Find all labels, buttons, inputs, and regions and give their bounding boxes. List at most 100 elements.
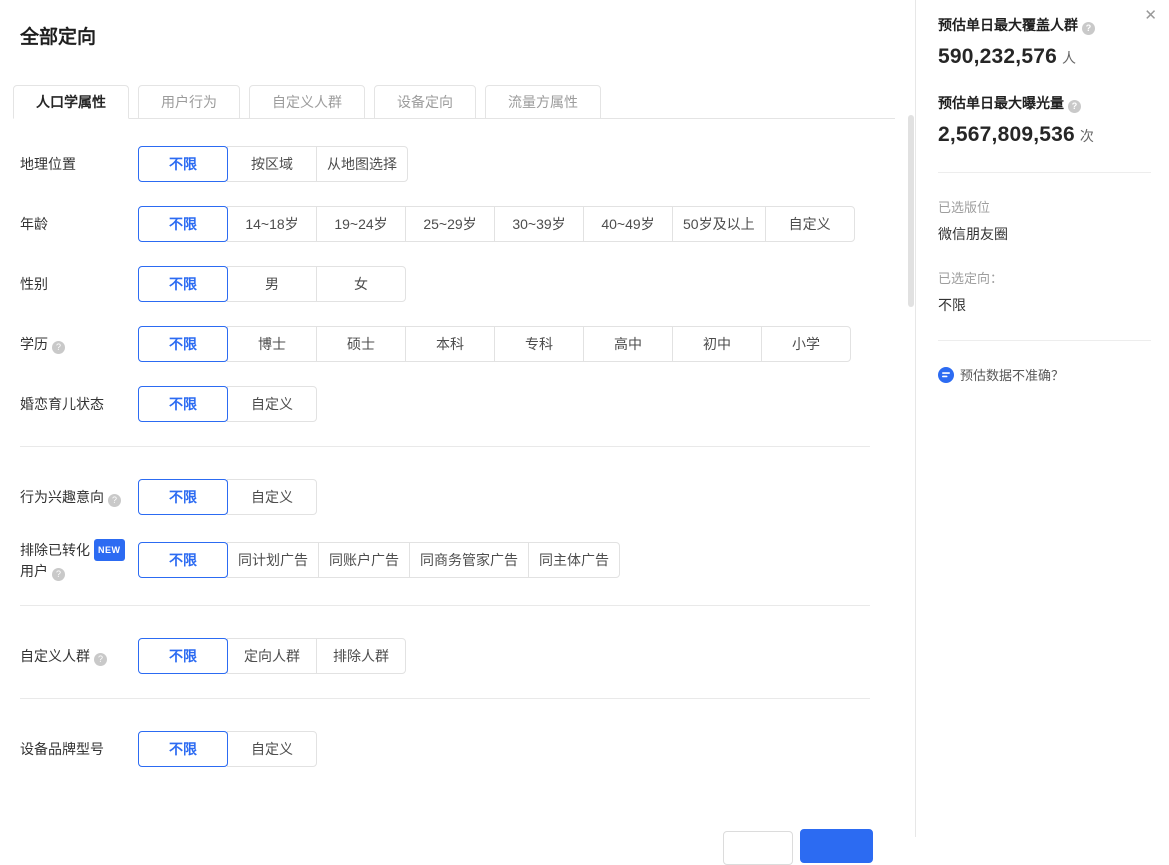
- tab-1[interactable]: 用户行为: [138, 85, 240, 119]
- coverage-metric-label: 预估单日最大覆盖人群?: [938, 15, 1151, 35]
- option-button[interactable]: 不限: [138, 326, 228, 362]
- option-button[interactable]: 不限: [138, 638, 228, 674]
- section-divider: [20, 698, 870, 699]
- option-group: 不限自定义: [138, 479, 317, 515]
- coverage-metric: 预估单日最大覆盖人群? 590,232,576 人: [938, 15, 1151, 69]
- targeting-row: 地理位置 不限按区域从地图选择: [20, 146, 895, 182]
- option-button[interactable]: 初中: [672, 326, 762, 362]
- row-label: 设备品牌型号: [20, 739, 138, 759]
- option-button[interactable]: 30~39岁: [494, 206, 584, 242]
- option-button[interactable]: 自定义: [227, 731, 317, 767]
- option-button[interactable]: 女: [316, 266, 406, 302]
- option-button[interactable]: 博士: [227, 326, 317, 362]
- row-label: 行为兴趣意向?: [20, 487, 138, 507]
- row-label-text: 年龄: [20, 216, 48, 232]
- option-group: 不限同计划广告同账户广告同商务管家广告同主体广告: [138, 542, 620, 578]
- panel-divider: [938, 172, 1151, 173]
- coverage-metric-label-text: 预估单日最大覆盖人群: [938, 17, 1078, 33]
- coverage-unit: 人: [1062, 50, 1076, 66]
- row-label-text: 自定义人群: [20, 648, 90, 664]
- close-icon[interactable]: ✕: [1144, 8, 1157, 23]
- page-title: 全部定向: [20, 22, 895, 49]
- row-label: 性别: [20, 274, 138, 294]
- option-button[interactable]: 高中: [583, 326, 673, 362]
- help-icon[interactable]: ?: [52, 341, 65, 354]
- option-button[interactable]: 自定义: [227, 479, 317, 515]
- feedback-text: 预估数据不准确？: [960, 365, 1064, 384]
- option-button[interactable]: 不限: [138, 479, 228, 515]
- footer-secondary-button[interactable]: [723, 831, 793, 865]
- targeting-rows: 地理位置不限按区域从地图选择年龄不限14~18岁19~24岁25~29岁30~3…: [20, 146, 895, 767]
- feedback-link[interactable]: 预估数据不准确？: [938, 365, 1151, 384]
- option-group: 不限博士硕士本科专科高中初中小学: [138, 326, 851, 362]
- row-label: 地理位置: [20, 154, 138, 174]
- option-button[interactable]: 同商务管家广告: [409, 542, 529, 578]
- option-button[interactable]: 50岁及以上: [672, 206, 766, 242]
- option-button[interactable]: 排除人群: [316, 638, 406, 674]
- option-button[interactable]: 不限: [138, 731, 228, 767]
- option-button[interactable]: 同主体广告: [528, 542, 620, 578]
- row-label-text: 婚恋育儿状态: [20, 396, 104, 412]
- option-button[interactable]: 自定义: [765, 206, 855, 242]
- targeting-row: 年龄 不限14~18岁19~24岁25~29岁30~39岁40~49岁50岁及以上…: [20, 206, 895, 242]
- option-button[interactable]: 不限: [138, 266, 228, 302]
- option-button[interactable]: 不限: [138, 542, 228, 578]
- option-button[interactable]: 25~29岁: [405, 206, 495, 242]
- tab-bar: 人口学属性用户行为自定义人群设备定向流量方属性: [13, 85, 895, 119]
- option-group: 不限自定义: [138, 731, 317, 767]
- exposure-metric-label-text: 预估单日最大曝光量: [938, 95, 1064, 111]
- option-button[interactable]: 硕士: [316, 326, 406, 362]
- option-button[interactable]: 不限: [138, 206, 228, 242]
- option-button[interactable]: 同计划广告: [227, 542, 319, 578]
- option-button[interactable]: 同账户广告: [318, 542, 410, 578]
- option-button[interactable]: 小学: [761, 326, 851, 362]
- option-group: 不限自定义: [138, 386, 317, 422]
- coverage-number: 590,232,576: [938, 45, 1057, 68]
- targeting-row: 婚恋育儿状态 不限自定义: [20, 386, 895, 422]
- panel-divider: [938, 340, 1151, 341]
- help-icon[interactable]: ?: [94, 653, 107, 666]
- targeting-row: 排除已转化NEW用户?不限同计划广告同账户广告同商务管家广告同主体广告: [20, 539, 895, 581]
- targeting-row: 性别 不限男女: [20, 266, 895, 302]
- help-icon[interactable]: ?: [1082, 22, 1095, 35]
- row-label: 自定义人群?: [20, 646, 138, 666]
- help-icon[interactable]: ?: [108, 494, 121, 507]
- option-button[interactable]: 男: [227, 266, 317, 302]
- option-button[interactable]: 从地图选择: [316, 146, 408, 182]
- option-button[interactable]: 本科: [405, 326, 495, 362]
- coverage-metric-value: 590,232,576 人: [938, 45, 1151, 69]
- exposure-metric: 预估单日最大曝光量? 2,567,809,536次: [938, 93, 1151, 147]
- selected-placement-value: 微信朋友圈: [938, 224, 1151, 244]
- targeting-row: 行为兴趣意向?不限自定义: [20, 479, 895, 515]
- option-button[interactable]: 不限: [138, 146, 228, 182]
- selected-targeting-label: 已选定向：: [938, 268, 1151, 287]
- new-badge: NEW: [94, 539, 125, 561]
- option-button[interactable]: 按区域: [227, 146, 317, 182]
- option-button[interactable]: 19~24岁: [316, 206, 406, 242]
- vertical-scrollbar-thumb[interactable]: [908, 115, 914, 307]
- exposure-metric-label: 预估单日最大曝光量?: [938, 93, 1151, 113]
- help-icon[interactable]: ?: [52, 568, 65, 581]
- row-label: 婚恋育儿状态: [20, 394, 138, 414]
- tab-0[interactable]: 人口学属性: [13, 85, 129, 119]
- exposure-unit: 次: [1080, 128, 1094, 144]
- option-button[interactable]: 14~18岁: [227, 206, 317, 242]
- help-icon[interactable]: ?: [1068, 100, 1081, 113]
- exposure-metric-value: 2,567,809,536次: [938, 123, 1151, 147]
- option-button[interactable]: 自定义: [227, 386, 317, 422]
- option-button[interactable]: 专科: [494, 326, 584, 362]
- section-divider: [20, 446, 870, 447]
- estimate-panel: ✕ 预估单日最大覆盖人群? 590,232,576 人 预估单日最大曝光量? 2,…: [915, 0, 1169, 837]
- tab-2[interactable]: 自定义人群: [249, 85, 365, 119]
- footer-primary-button[interactable]: [800, 829, 873, 863]
- tab-3[interactable]: 设备定向: [374, 85, 476, 119]
- row-label-text: 性别: [20, 276, 48, 292]
- option-button[interactable]: 不限: [138, 386, 228, 422]
- option-button[interactable]: 40~49岁: [583, 206, 673, 242]
- row-label-text: 行为兴趣意向: [20, 489, 104, 505]
- row-label: 学历?: [20, 334, 138, 354]
- row-label-text: 地理位置: [20, 156, 76, 172]
- tab-4[interactable]: 流量方属性: [485, 85, 601, 119]
- targeting-row: 学历?不限博士硕士本科专科高中初中小学: [20, 326, 895, 362]
- option-button[interactable]: 定向人群: [227, 638, 317, 674]
